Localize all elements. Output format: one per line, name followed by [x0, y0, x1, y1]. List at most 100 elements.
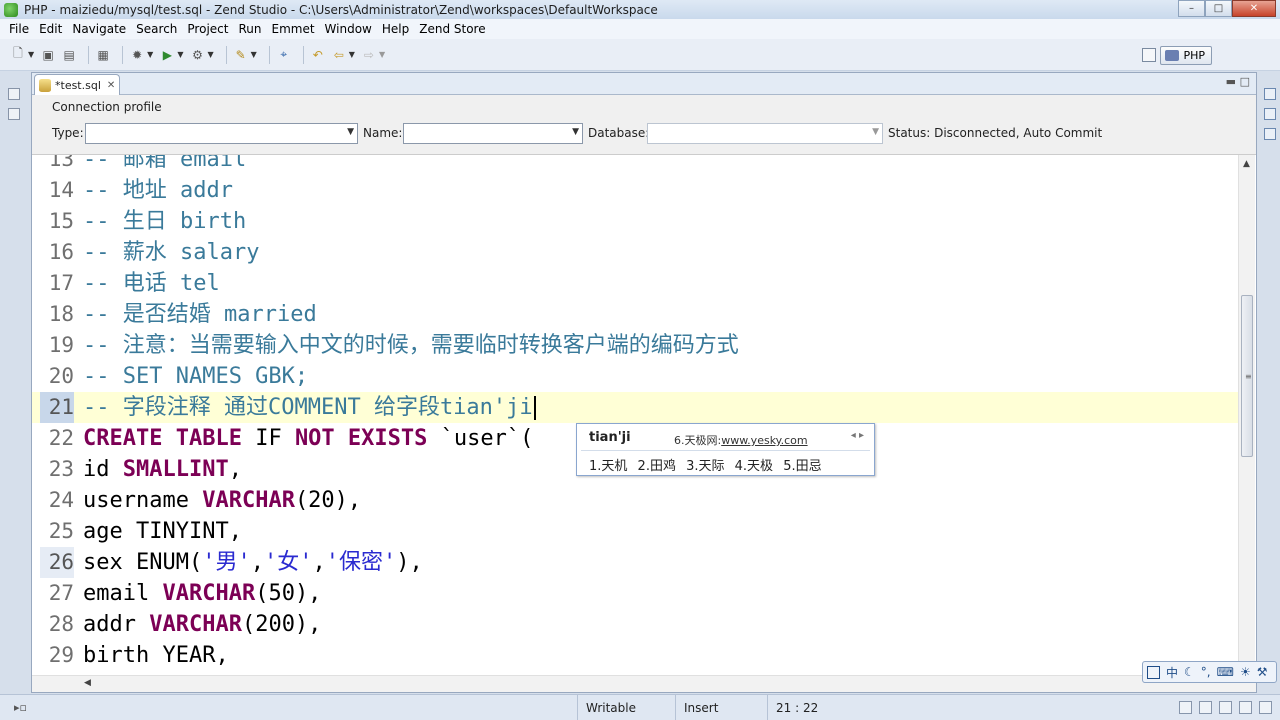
back-dropdown-icon[interactable]: ▼	[349, 50, 355, 59]
line-number: 16	[48, 240, 74, 264]
code-line: 18 -- 是否结婚 married	[32, 299, 1238, 330]
sql-text: (200),	[241, 612, 322, 637]
server-icon[interactable]	[1219, 701, 1232, 714]
skin-icon[interactable]: ☀	[1240, 665, 1251, 679]
code-comment: -- 地址 addr	[83, 178, 233, 203]
maximize-button[interactable]: □	[1205, 0, 1232, 17]
line-number: 24	[48, 488, 74, 512]
line-number: 23	[48, 457, 74, 481]
line-number: 25	[48, 519, 74, 543]
ime-mode-toggle[interactable]: 中	[1166, 664, 1178, 681]
updates-icon[interactable]	[1199, 701, 1212, 714]
run-icon[interactable]: ▶	[159, 47, 175, 63]
debug-icon[interactable]: ✹	[129, 47, 145, 63]
type-select[interactable]: ▼	[85, 123, 358, 144]
menu-edit[interactable]: Edit	[34, 22, 67, 36]
notifications-icon[interactable]	[1239, 701, 1252, 714]
new-file-icon[interactable]: 🗋	[10, 46, 26, 63]
fast-view-icon[interactable]: ▸▫	[14, 701, 27, 714]
menu-window[interactable]: Window	[320, 22, 377, 36]
tab-close-icon[interactable]: ✕	[107, 80, 115, 91]
menu-zend-store[interactable]: Zend Store	[414, 22, 490, 36]
ime-candidate[interactable]: 4.天极	[735, 459, 773, 474]
sql-text: `user`(	[427, 426, 534, 451]
print-icon[interactable]: ▦	[95, 47, 111, 63]
sql-text: ,	[312, 550, 326, 575]
forward-dropdown-icon[interactable]: ▼	[379, 50, 385, 59]
external-tools-dropdown-icon[interactable]: ▼	[251, 50, 257, 59]
toolbar-separator	[302, 45, 304, 64]
database-select[interactable]: ▼	[647, 123, 883, 144]
horizontal-scrollbar[interactable]: ◀	[32, 675, 1256, 692]
ime-page-nav-icon[interactable]: ◂ ▸	[851, 430, 864, 441]
ime-divider	[581, 450, 870, 451]
save-all-icon[interactable]: ▤	[61, 47, 77, 63]
new-dropdown-icon[interactable]: ▼	[28, 50, 34, 59]
line-number: 26	[40, 547, 74, 578]
name-label: Name:	[363, 126, 403, 140]
external-tools-icon[interactable]: ✎	[233, 47, 249, 63]
menu-emmet[interactable]: Emmet	[266, 22, 319, 36]
current-code-line: 21 -- 字段注释 通过COMMENT 给字段tian'ji	[32, 392, 1238, 423]
profile-dropdown-icon[interactable]: ▼	[207, 50, 213, 59]
help-icon[interactable]	[1259, 701, 1272, 714]
ime-candidate[interactable]: 5.田忌	[783, 459, 821, 474]
ime-logo-icon[interactable]	[1147, 665, 1160, 679]
sql-string: '女'	[263, 550, 313, 575]
ime-site-url: www.yesky.com	[721, 434, 808, 447]
ime-candidate[interactable]: 2.田鸡	[638, 459, 676, 474]
menu-search[interactable]: Search	[131, 22, 182, 36]
tab-test-sql[interactable]: *test.sql ✕	[34, 74, 120, 95]
open-perspective-icon[interactable]	[1142, 48, 1156, 62]
menu-navigate[interactable]: Navigate	[67, 22, 131, 36]
close-button[interactable]: ✕	[1232, 0, 1276, 17]
status-bar: ▸▫ Writable Insert 21 : 22	[0, 694, 1280, 720]
sql-keyword: SMALLINT	[122, 457, 229, 482]
forward-icon[interactable]: ⇨	[361, 47, 377, 63]
menu-run[interactable]: Run	[233, 22, 266, 36]
last-edit-icon[interactable]: ↶	[310, 47, 326, 63]
vertical-scrollbar[interactable]: ▲ ≡	[1238, 155, 1255, 677]
outline-view-icon[interactable]	[1264, 88, 1276, 100]
main-toolbar: 🗋 ▼ ▣ ▤ ▦ ✹ ▼ ▶ ▼ ⚙ ▼ ✎ ▼ ⌖ ↶ ⇦ ▼ ⇨ ▼ PHP	[0, 39, 1280, 71]
ime-site-suggestion[interactable]: 6.天极网:www.yesky.com	[674, 432, 808, 448]
type-hierarchy-icon[interactable]	[1264, 108, 1276, 120]
run-dropdown-icon[interactable]: ▼	[177, 50, 183, 59]
save-icon[interactable]: ▣	[40, 47, 56, 63]
chevron-down-icon: ▼	[347, 127, 354, 137]
scroll-left-icon[interactable]: ◀	[84, 678, 91, 688]
minimize-view-icon[interactable]: ▬	[1226, 75, 1236, 88]
menu-file[interactable]: File	[4, 22, 34, 36]
back-icon[interactable]: ⇦	[331, 47, 347, 63]
scrollbar-thumb[interactable]: ≡	[1241, 295, 1253, 457]
type-label: Type:	[52, 126, 84, 140]
ime-punctuation-toggle[interactable]: °,	[1201, 665, 1211, 679]
name-select[interactable]: ▼	[403, 123, 583, 144]
pin-icon[interactable]: ⌖	[276, 47, 292, 63]
menu-help[interactable]: Help	[377, 22, 414, 36]
restore-view-icon[interactable]	[8, 88, 20, 100]
code-line: 17 -- 电话 tel	[32, 268, 1238, 299]
ime-candidate[interactable]: 3.天际	[686, 459, 724, 474]
keyboard-icon[interactable]: ⌨	[1217, 665, 1234, 679]
minimized-view-icon[interactable]	[8, 108, 20, 120]
profile-icon[interactable]: ⚙	[189, 47, 205, 63]
code-line: 25 age TINYINT,	[32, 516, 1238, 547]
debug-dropdown-icon[interactable]: ▼	[147, 50, 153, 59]
moon-icon[interactable]: ☾	[1184, 665, 1195, 679]
progress-icon[interactable]	[1179, 701, 1192, 714]
minimize-button[interactable]: –	[1178, 0, 1205, 17]
connection-profile-title: Connection profile	[52, 100, 162, 114]
sql-file-icon	[39, 78, 51, 92]
toolbar-separator	[88, 45, 90, 64]
ime-candidate[interactable]: 1.天机	[589, 459, 627, 474]
maximize-view-icon[interactable]: □	[1240, 75, 1250, 88]
navigator-view-icon[interactable]	[1264, 128, 1276, 140]
connection-status: Status: Disconnected, Auto Commit	[888, 126, 1103, 140]
code-comment: -- 薪水 salary	[83, 240, 260, 265]
menu-project[interactable]: Project	[182, 22, 233, 36]
scroll-up-icon[interactable]: ▲	[1243, 159, 1250, 169]
code-area[interactable]: 13 -- 邮箱 email 14 -- 地址 addr 15 -- 生日 bi…	[32, 155, 1238, 677]
tools-icon[interactable]: ⚒	[1257, 665, 1268, 679]
php-perspective-button[interactable]: PHP	[1160, 46, 1212, 65]
